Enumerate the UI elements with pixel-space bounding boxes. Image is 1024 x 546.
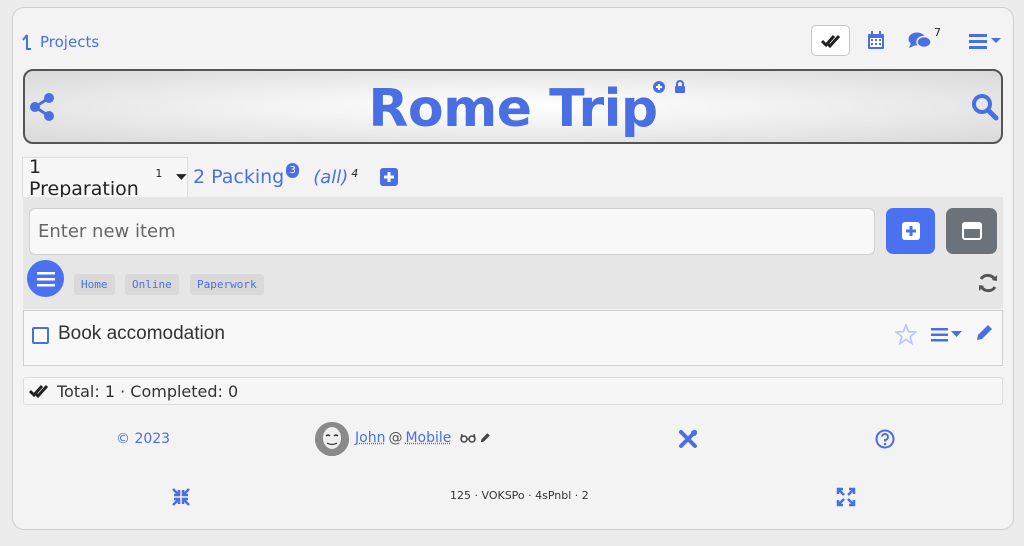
plus-square-icon bbox=[901, 222, 920, 240]
star-icon[interactable] bbox=[895, 324, 917, 345]
comments-button[interactable]: 7 bbox=[908, 26, 941, 50]
tab-preparation[interactable]: 1 Preparation 1 bbox=[22, 155, 188, 200]
lock-icon[interactable] bbox=[675, 80, 685, 93]
item-label: Book accomodation bbox=[58, 323, 225, 344]
collapse-button[interactable] bbox=[946, 208, 997, 254]
tools-icon[interactable] bbox=[678, 429, 698, 449]
tab-packing[interactable]: 2 Packing 3 bbox=[193, 162, 300, 188]
pencil-icon[interactable] bbox=[974, 323, 994, 343]
search-icon[interactable] bbox=[971, 93, 999, 121]
add-circle-icon[interactable] bbox=[653, 81, 665, 93]
tag-home[interactable]: Home bbox=[74, 274, 115, 295]
item-menu-icon[interactable] bbox=[931, 328, 964, 342]
calendar-icon bbox=[868, 31, 884, 49]
version-text: 125 · VOKSPo · 4sPnbl · 2 bbox=[450, 489, 589, 502]
menu-icon bbox=[969, 34, 1001, 49]
tab-badge: 3 bbox=[286, 162, 300, 178]
new-item-input[interactable] bbox=[29, 208, 875, 255]
user-avatar-icon bbox=[315, 422, 349, 456]
pencil-icon[interactable] bbox=[479, 432, 491, 444]
tab-label: 2 Packing bbox=[193, 166, 285, 188]
double-check-icon bbox=[820, 34, 840, 48]
list-item[interactable]: Book accomodation bbox=[23, 310, 1003, 366]
caret-down-icon[interactable] bbox=[176, 174, 187, 181]
share-icon[interactable] bbox=[29, 93, 55, 121]
board-header: Rome Trip bbox=[23, 69, 1003, 144]
double-check-icon bbox=[29, 384, 49, 399]
item-checkbox[interactable] bbox=[32, 327, 49, 344]
tag-menu-button[interactable] bbox=[27, 260, 64, 297]
at-sign: @ bbox=[388, 430, 403, 446]
tab-all[interactable]: (all) 4 bbox=[313, 167, 358, 188]
add-list-icon[interactable] bbox=[380, 168, 399, 186]
comments-count: 7 bbox=[934, 25, 941, 39]
glasses-icon[interactable] bbox=[460, 433, 477, 443]
tab-label: (all) bbox=[313, 166, 349, 188]
user-info: John @ Mobile bbox=[355, 430, 491, 446]
totals-text: Total: 1 · Completed: 0 bbox=[57, 381, 239, 401]
user-link[interactable]: John bbox=[355, 430, 385, 446]
board-title: Rome Trip bbox=[368, 79, 658, 139]
comments-icon bbox=[908, 32, 932, 49]
calendar-button[interactable] bbox=[867, 31, 885, 50]
tab-count: 1 bbox=[155, 167, 163, 180]
arrow-up-icon bbox=[22, 34, 31, 50]
list-tabs: 1 Preparation 1 2 Packing 3 (all) 4 bbox=[22, 155, 399, 200]
avatar[interactable] bbox=[315, 422, 349, 456]
tab-count: 4 bbox=[351, 166, 359, 180]
tag-paperwork[interactable]: Paperwork bbox=[190, 274, 264, 295]
main-menu-button[interactable] bbox=[969, 33, 1003, 49]
expand-icon[interactable] bbox=[836, 487, 856, 507]
help-icon[interactable] bbox=[875, 429, 895, 449]
projects-label: Projects bbox=[40, 33, 100, 51]
new-item-bar: Home Online Paperwork bbox=[23, 197, 1003, 309]
tag-online[interactable]: Online bbox=[125, 274, 179, 295]
check-all-button[interactable] bbox=[811, 25, 850, 56]
bars-icon bbox=[36, 271, 55, 286]
projects-link[interactable]: Projects bbox=[22, 33, 99, 51]
totals-bar: Total: 1 · Completed: 0 bbox=[23, 377, 1003, 405]
tab-label: 1 Preparation bbox=[29, 155, 139, 200]
device-link[interactable]: Mobile bbox=[405, 430, 451, 446]
refresh-icon[interactable] bbox=[977, 273, 999, 293]
compress-icon[interactable] bbox=[171, 487, 191, 507]
copyright-text: © 2023 bbox=[116, 431, 171, 447]
window-icon bbox=[961, 222, 982, 240]
add-item-button[interactable] bbox=[886, 208, 935, 254]
